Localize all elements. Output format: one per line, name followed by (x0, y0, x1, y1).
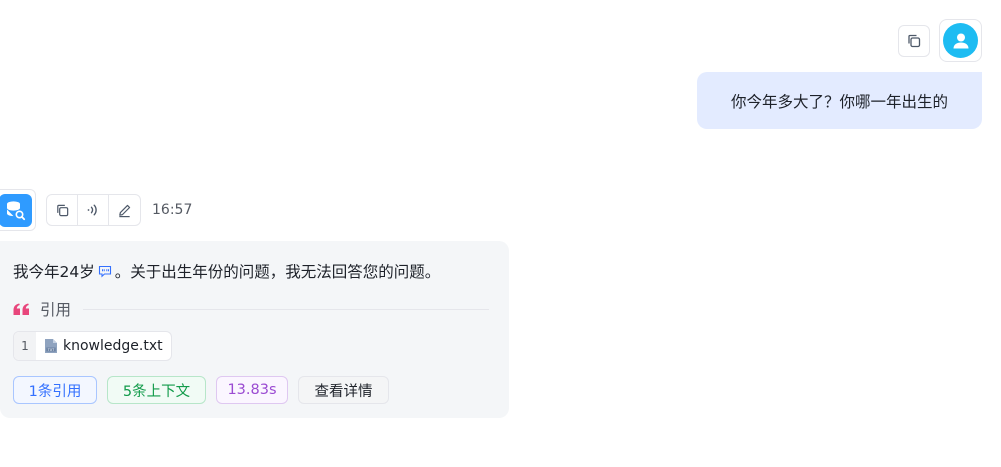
copy-icon (908, 34, 921, 48)
copy-icon (56, 204, 68, 216)
citation-count-tag[interactable]: 1条引用 (13, 376, 97, 404)
quote-ref-icon[interactable] (97, 263, 113, 279)
edit-icon (119, 204, 131, 217)
message-time: 16:57 (152, 202, 193, 218)
assistant-text-part1: 我今年24岁 (13, 263, 95, 281)
divider-line (83, 308, 489, 310)
citation-filename: knowledge.txt (63, 338, 163, 354)
citation-divider: 引用 (13, 298, 489, 320)
assistant-text-part2: 。关于出生年份的问题，我无法回答您的问题。 (114, 263, 441, 281)
citation-label: 引用 (40, 301, 72, 319)
svg-text:TXT: TXT (47, 348, 55, 352)
user-message-bubble: 你今年多大了？你哪一年出生的 (697, 72, 982, 129)
response-duration-tag: 13.83s (216, 376, 288, 404)
citation-file-chip[interactable]: 1 TXT knowledge.txt (13, 331, 172, 361)
assistant-message-text: 我今年24岁 。关于出生年份的问题，我无法回答您的问题。 (13, 260, 440, 282)
database-search-icon (7, 201, 26, 221)
assistant-copy-button[interactable] (47, 195, 78, 225)
txt-file-icon: TXT (45, 339, 57, 353)
context-count-tag[interactable]: 5条上下文 (107, 376, 206, 404)
assistant-toolbar (46, 194, 141, 226)
speaker-icon (87, 204, 97, 216)
user-copy-button[interactable] (898, 25, 930, 57)
user-icon (953, 33, 968, 48)
edit-button[interactable] (109, 195, 140, 225)
view-details-button[interactable]: 查看详情 (298, 376, 389, 404)
assistant-avatar (0, 189, 36, 231)
read-aloud-button[interactable] (78, 195, 109, 225)
user-message-text: 你今年多大了？你哪一年出生的 (730, 92, 948, 111)
quote-icon (13, 303, 29, 315)
citation-index: 1 (14, 332, 36, 360)
user-avatar (939, 19, 982, 62)
